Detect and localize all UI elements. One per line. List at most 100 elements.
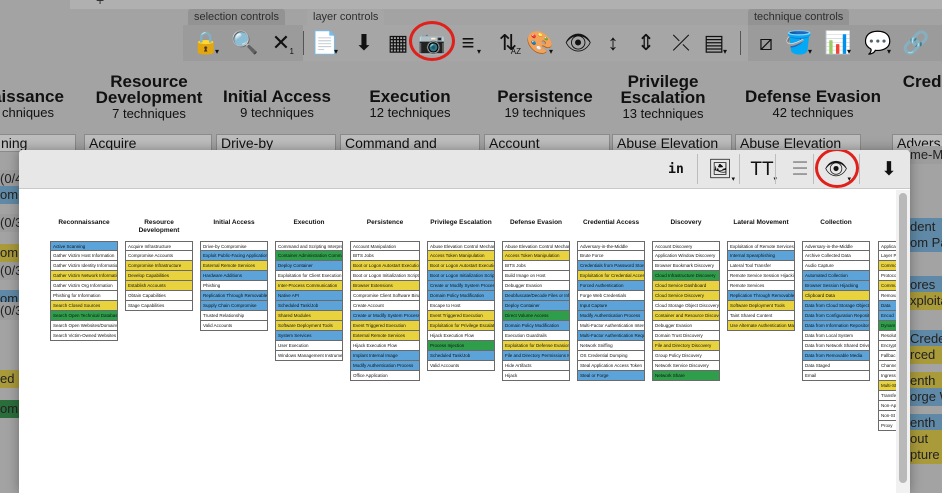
preview-technique-cell: Applica (878, 241, 896, 251)
preview-technique-cell: Fallbac (878, 351, 896, 361)
units-inches-icon[interactable]: in (661, 155, 691, 185)
preview-technique-cell: Boot or Logon Autostart Execution (350, 261, 420, 271)
technique-count: 42 techniques (772, 105, 854, 120)
preview-technique-cell: Direct Volume Access (502, 311, 570, 321)
tactic-column-header[interactable]: Execution 12 techniques (332, 88, 488, 121)
export-document-icon[interactable]: 📄 ▾ (309, 27, 341, 59)
visibility-icon[interactable]: 👁 (562, 27, 594, 59)
preview-technique-cell: Input Capture (577, 301, 645, 311)
preview-technique-cell: Access Token Manipulation (502, 251, 570, 261)
tactic-column-header[interactable]: Persistence 19 techniques (480, 88, 610, 121)
dropdown-indicator: ▾ (333, 47, 338, 56)
preview-technique-cell: Drive-by Compromise (200, 241, 268, 251)
tactic-column-header[interactable]: Initial Access 9 techniques (212, 88, 342, 121)
section-label-selection: selection controls (188, 9, 285, 25)
link-icon[interactable]: 🔗 (900, 27, 932, 59)
collapse-icon[interactable]: ⤫ (665, 27, 697, 59)
section-label-layer: layer controls (307, 9, 385, 25)
preview-tactic-name: Collection (820, 219, 852, 226)
preview-technique-cell: Debugger Evasion (502, 281, 570, 291)
comment-icon[interactable]: 💬 ▾ (862, 27, 894, 59)
preview-technique-cell: Access Token Manipulation (427, 251, 495, 261)
preview-technique-cell: Event Triggered Execution (350, 321, 420, 331)
tactic-column-header[interactable]: Cred Ac (890, 74, 942, 90)
preview-technique-cell: Channe (878, 361, 896, 371)
preview-technique-cell: Container Administration Command (275, 251, 343, 261)
new-tab-icon[interactable]: + (96, 0, 104, 8)
preview-technique-cell: BITS Jobs (502, 261, 570, 271)
preview-technique-cell: Multi-Factor Authentication Interception (577, 321, 645, 331)
preview-technique-cell: Protoco (878, 271, 896, 281)
preview-technique-cell: Search Open Websites/Domains (50, 321, 118, 331)
preview-technique-cell: Hide Artifacts (502, 361, 570, 371)
preview-tactic-name (878, 219, 896, 241)
preview-technique-cell: Compromise Client Software Binary (350, 291, 420, 301)
preview-technique-cell: Exploitation of Remote Services (727, 241, 795, 251)
scroll-thumb[interactable] (899, 193, 907, 483)
color-palette-icon[interactable]: 🎨 ▾ (524, 27, 556, 59)
preview-tactic-name: Privilege Escalation (430, 219, 492, 226)
tactic-column-header[interactable]: Defense Evasion 42 techniques (735, 88, 891, 121)
preview-technique-cell: Steal or Forge (577, 371, 645, 381)
tactic-column-header[interactable]: Privilege Escalation 13 techniques (598, 74, 728, 122)
preview-scrollbar[interactable] (896, 190, 910, 493)
section-label-technique: technique controls (748, 9, 850, 25)
preview-technique-cell: Data (878, 301, 896, 311)
matrix-preview: Reconnaissance Active Scanning Gather Vict… (19, 190, 896, 493)
preview-technique-cell: Deploy Container (502, 301, 570, 311)
toolbar-separator (859, 154, 860, 184)
scoring-icon[interactable]: 📊 ▾ (822, 27, 854, 59)
filter-icon[interactable]: ≡ ▾ (452, 27, 484, 59)
toolbar-separator (740, 31, 741, 55)
background-technique-cell: me-Mic (910, 146, 942, 164)
preview-technique-cell: Data from Local System (802, 331, 870, 341)
preview-technique-cell: Windows Management Instrumentation (275, 351, 343, 361)
preview-technique-cell: Search Victim-Owned Websites (50, 331, 118, 341)
download-icon[interactable]: ⬇ (874, 155, 904, 185)
sort-icon[interactable]: ⇅ AZ (492, 27, 524, 59)
preview-technique-cell: Remote Service Session Hijacking (727, 271, 795, 281)
preview-technique-cell: Domain Policy Modification (502, 321, 570, 331)
preview-tactic-name: Execution (293, 219, 325, 226)
legend-icon[interactable]: ☰ (785, 155, 815, 185)
dropdown-indicator: ▾ (846, 47, 851, 56)
toolbar-separator (813, 154, 814, 184)
preview-technique-cell: Active Scanning (50, 241, 118, 251)
preview-technique-cell: Boot or Logon Initialization Scripts (350, 271, 420, 281)
preview-technique-cell: Lateral Tool Transfer (727, 261, 795, 271)
lock-icon[interactable]: 🔒 ▾ (190, 27, 222, 59)
tab[interactable] (0, 0, 70, 9)
tactic-column-header[interactable]: aissancechniques (0, 88, 68, 121)
preview-tactic-name: Lateral Movement (733, 219, 789, 226)
toolbar-separator (303, 31, 304, 55)
preview-technique-cell: Archive Collected Data (802, 251, 870, 261)
search-icon[interactable]: 🔍 (229, 27, 261, 59)
preview-technique-cell: Build Image on Host (502, 271, 570, 281)
disable-icon[interactable]: ⧄ (750, 27, 782, 59)
preview-technique-cell: Modify Authentication Process (350, 361, 420, 371)
preview-technique-cell: Audio Capture (802, 261, 870, 271)
highlight-circle (815, 150, 859, 188)
image-icon[interactable]: 🖼 ▾ (705, 155, 735, 185)
download-icon[interactable]: ⬇ (348, 27, 380, 59)
preview-technique-cell: Commo (878, 261, 896, 271)
text-size-icon[interactable]: TT▾ (747, 155, 777, 185)
preview-technique-cell: Acquire Infrastructure (125, 241, 193, 251)
preview-technique-cell: Hijack Execution Flow (350, 341, 420, 351)
preview-technique-cell: Adversary-in-the-Middle (577, 241, 645, 251)
deselect-icon[interactable]: ✕ 1 (265, 27, 297, 59)
fill-color-icon[interactable]: 🪣 ▾ (783, 27, 815, 59)
preview-technique-cell: Exploitation for Privilege Escalation (427, 321, 495, 331)
background-technique-cell: (0/3) (0, 214, 19, 232)
layout-icon[interactable]: ▤ ▾ (698, 27, 730, 59)
preview-technique-cell: Execution Guardrails (502, 331, 570, 341)
preview-technique-cell: Data from Information Repositories (802, 321, 870, 331)
tactic-column-header[interactable]: Resource Development 7 techniques (90, 74, 208, 122)
preview-technique-cell: Hardware Additions (200, 271, 268, 281)
preview-technique-cell: Data from Removable Media (802, 351, 870, 361)
expand-all-icon[interactable]: ⇕ (630, 27, 662, 59)
preview-technique-cell: Application Window Discovery (652, 251, 720, 261)
tactic-name: Resource Development (95, 74, 203, 107)
expand-icon[interactable]: ↕ (597, 27, 629, 59)
preview-technique-cell: Valid Accounts (200, 321, 268, 331)
